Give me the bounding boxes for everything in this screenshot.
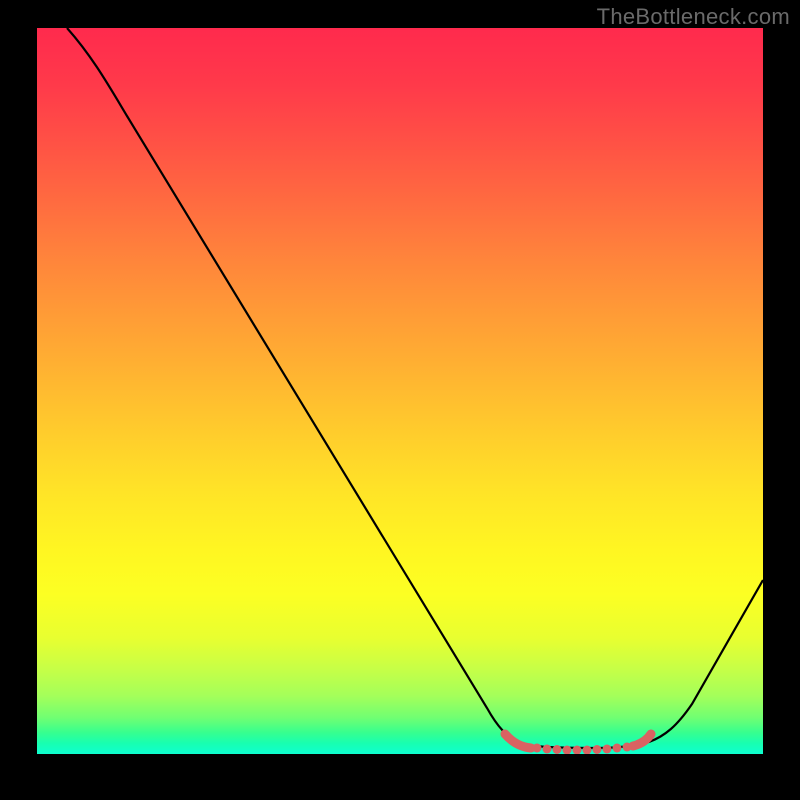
chart-svg	[37, 28, 763, 754]
chart-container	[37, 28, 763, 754]
watermark-text: TheBottleneck.com	[597, 4, 790, 30]
bottleneck-curve-line	[67, 28, 763, 748]
minimum-band-overlay	[505, 734, 651, 754]
